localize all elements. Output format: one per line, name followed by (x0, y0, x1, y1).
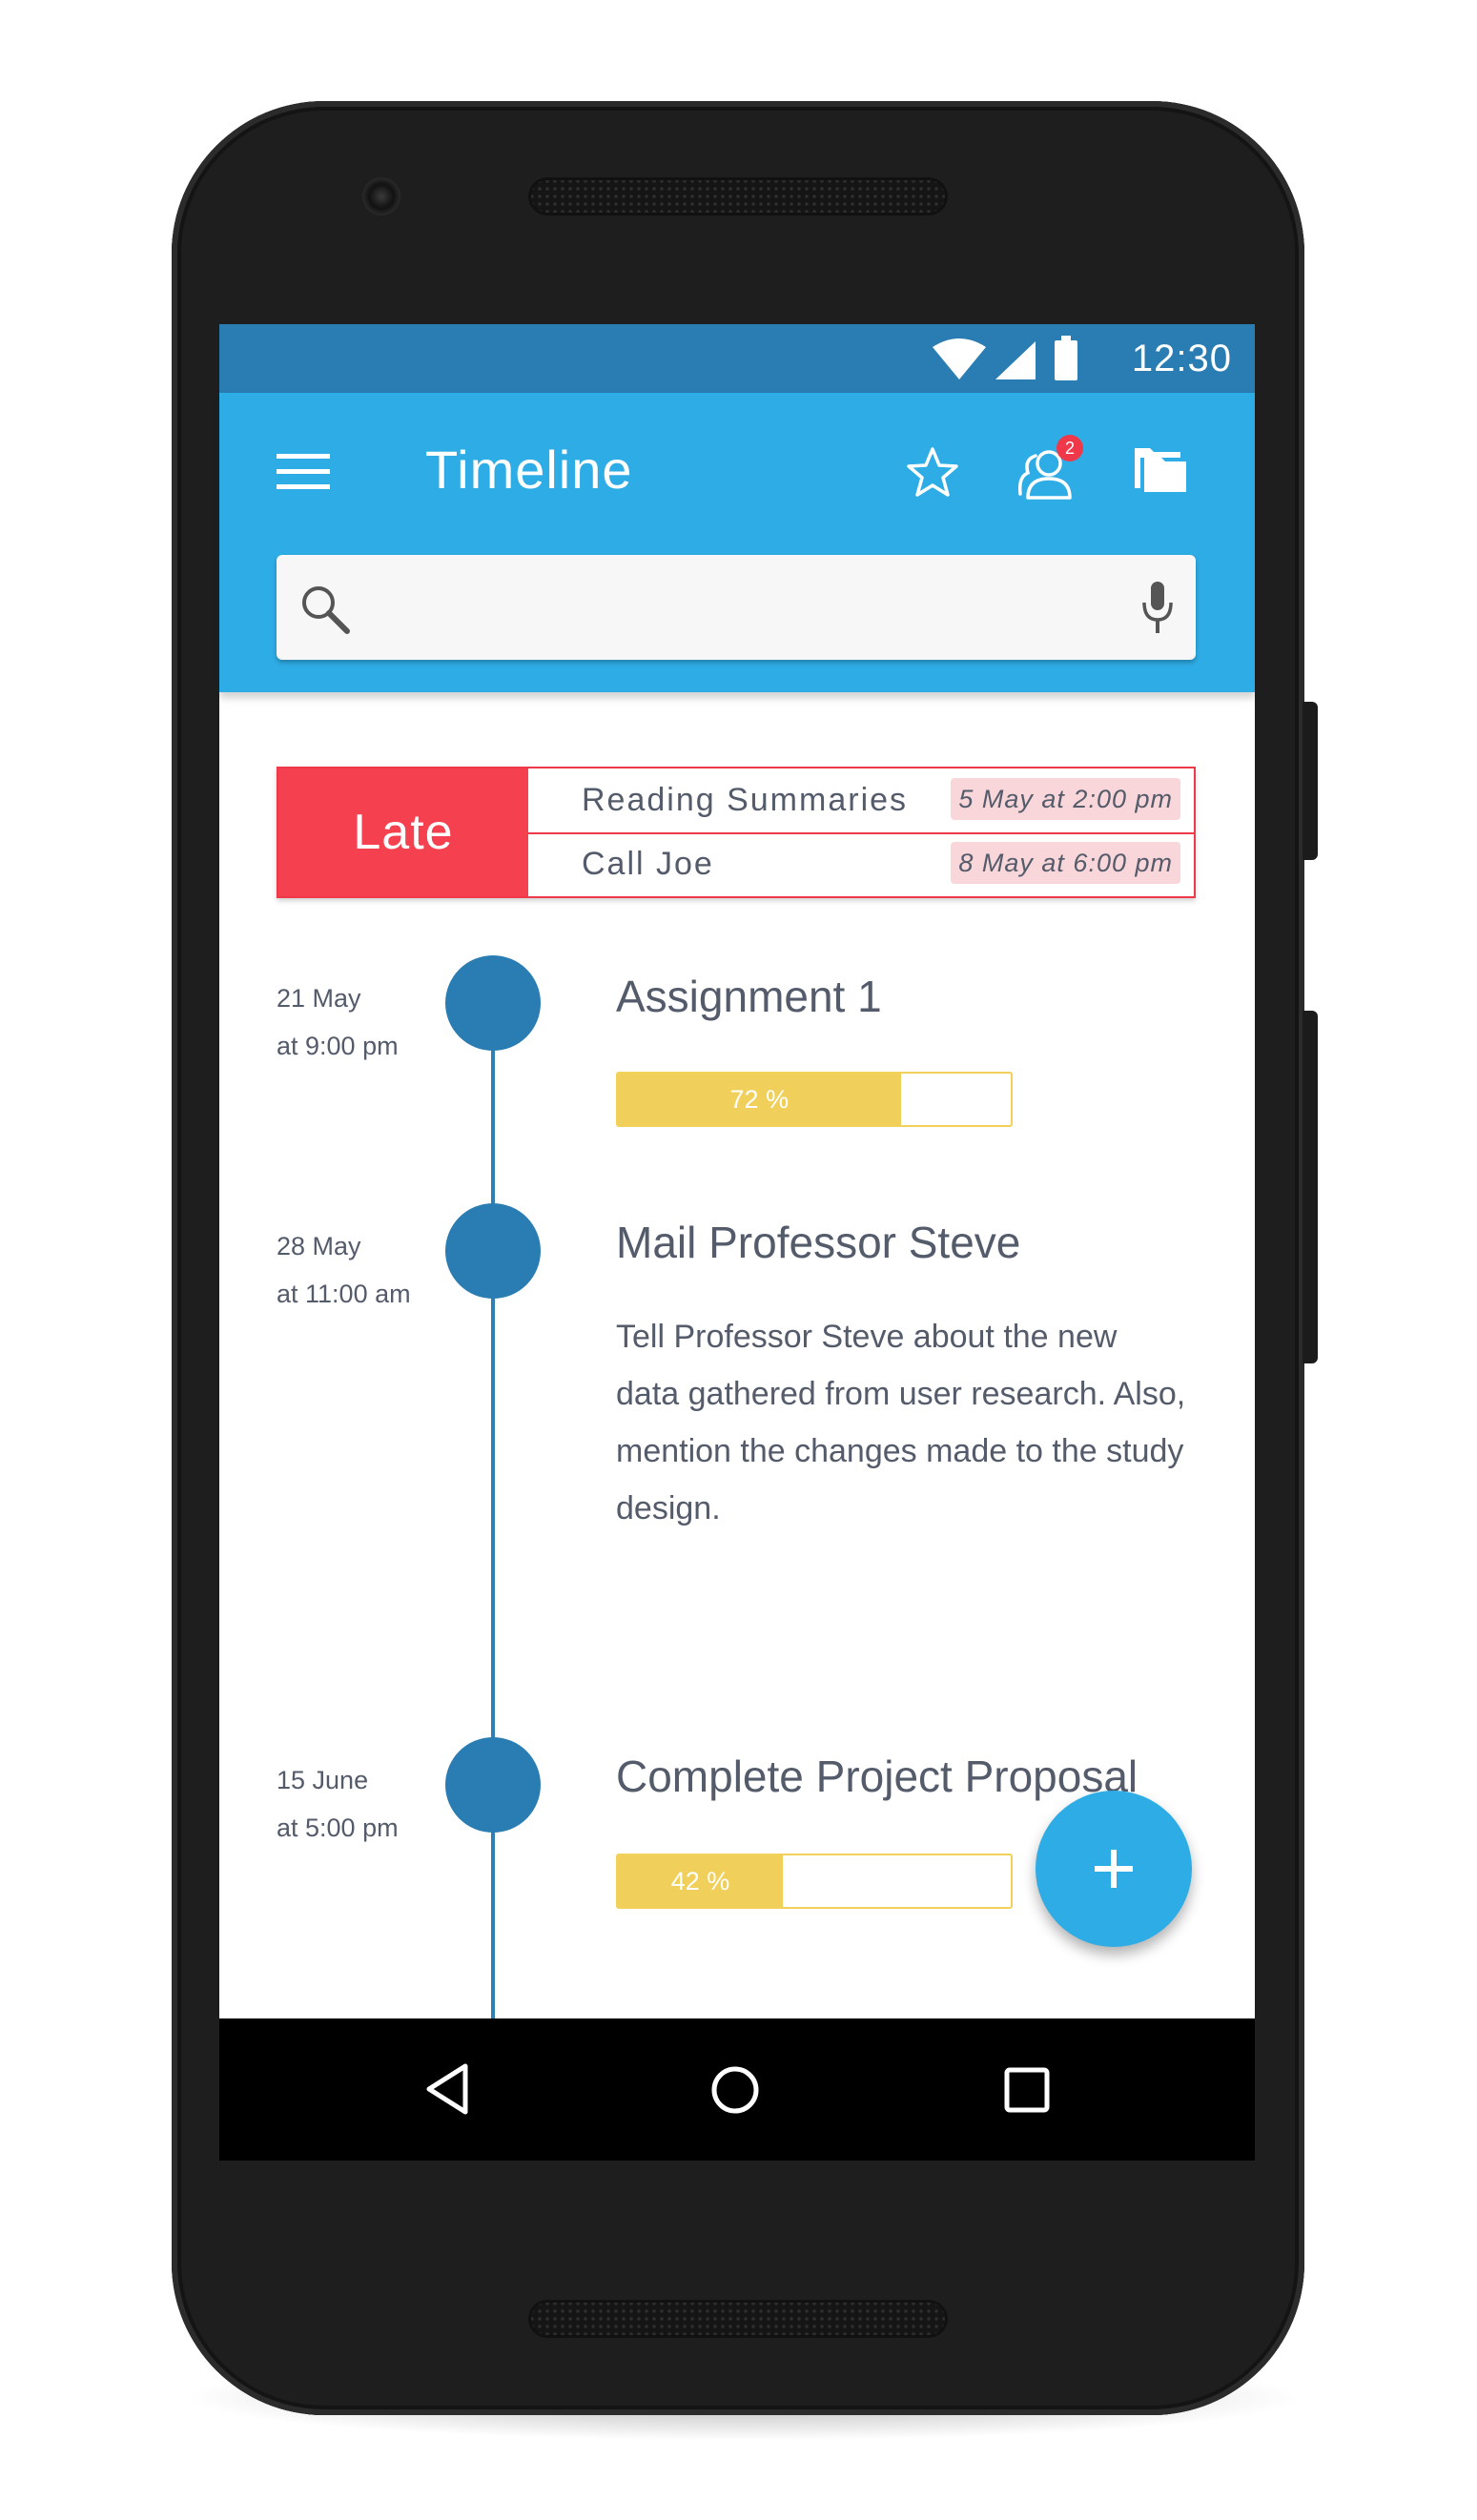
late-item-date: 8 May at 6:00 pm (951, 842, 1180, 884)
status-bar: 12:30 (219, 324, 1255, 393)
late-item-title: Call Joe (582, 846, 714, 882)
late-item-title: Reading Summaries (582, 782, 909, 818)
timeline-date: 28 May (277, 1232, 361, 1260)
magnifier-icon[interactable] (299, 584, 351, 635)
recents-icon[interactable] (1003, 2066, 1051, 2114)
wifi-icon (933, 338, 986, 379)
timeline-line (491, 992, 495, 2161)
timeline-item-description: Tell Professor Steve about the new data … (616, 1319, 1186, 1526)
power-button (1303, 702, 1318, 860)
progress-bar: 42 % (616, 1854, 1013, 1909)
add-task-fab[interactable] (1036, 1791, 1192, 1947)
battery-icon (1055, 336, 1077, 380)
late-item[interactable]: Reading Summaries 5 May at 2:00 pm (528, 768, 1194, 834)
notification-badge: 2 (1056, 435, 1083, 461)
hamburger-menu-icon[interactable] (277, 452, 330, 490)
plus-icon (1095, 1850, 1133, 1888)
timeline-item-title[interactable]: Mail Professor Steve (616, 1217, 1020, 1268)
timeline-dot (445, 1737, 541, 1833)
screen: 12:30 Timeline 2 Late Reading Summaries … (219, 324, 1255, 2161)
app-bar: Timeline 2 (219, 393, 1255, 692)
star-icon[interactable] (906, 446, 959, 498)
timeline-date: 15 June (277, 1766, 369, 1794)
timeline-date: 21 May (277, 984, 361, 1013)
timeline-time: at 9:00 pm (277, 1032, 399, 1060)
search-input[interactable] (381, 574, 1110, 643)
progress-bar: 72 % (616, 1072, 1013, 1127)
timeline-item-title[interactable]: Complete Project Proposal (616, 1751, 1138, 1802)
late-label: Late (353, 805, 454, 860)
bottom-speaker (528, 2300, 948, 2338)
navigation-bar (219, 2018, 1255, 2161)
status-time: 12:30 (1131, 338, 1232, 379)
timeline-time: at 11:00 am (277, 1280, 411, 1308)
progress-label: 42 % (670, 1867, 730, 1895)
late-tasks-card[interactable]: Late Reading Summaries 5 May at 2:00 pm … (277, 767, 1196, 898)
search-bar[interactable] (277, 555, 1196, 660)
progress-label: 72 % (729, 1085, 790, 1114)
late-item[interactable]: Call Joe 8 May at 6:00 pm (528, 832, 1194, 896)
late-label-box: Late (278, 768, 528, 896)
microphone-icon[interactable] (1140, 580, 1175, 637)
volume-button (1303, 1011, 1318, 1363)
timeline-time: at 5:00 pm (277, 1813, 399, 1842)
timeline-dot (445, 1203, 541, 1299)
signal-icon (995, 341, 1036, 379)
back-icon[interactable] (423, 2062, 471, 2116)
home-icon[interactable] (709, 2064, 761, 2116)
folder-icon[interactable] (1133, 446, 1188, 494)
front-camera (362, 177, 400, 215)
timeline-item-title[interactable]: Assignment 1 (616, 971, 882, 1022)
page-title: Timeline (425, 440, 633, 500)
timeline-dot (445, 955, 541, 1051)
late-item-date: 5 May at 2:00 pm (951, 778, 1180, 820)
top-speaker (528, 177, 948, 215)
